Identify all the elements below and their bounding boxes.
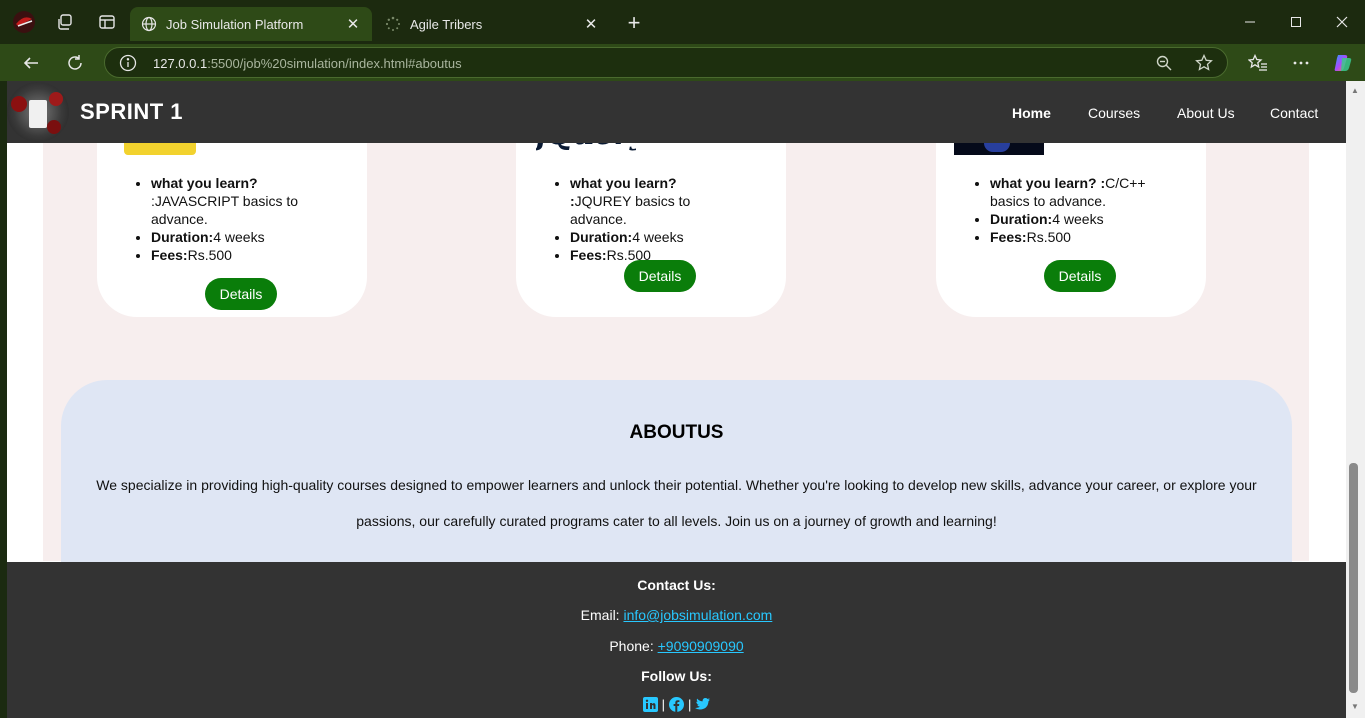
details-button[interactable]: Details [205,278,277,310]
more-options-icon[interactable] [1288,50,1314,76]
phone-line: Phone: +9090909090 [7,638,1346,654]
separator: | [688,697,692,712]
nav-about-us[interactable]: About Us [1177,105,1235,121]
nav-contact[interactable]: Contact [1270,105,1318,121]
url-text[interactable]: 127.0.0.1:5500/job%20simulation/index.ht… [153,56,462,71]
tab-title: Job Simulation Platform [166,16,304,32]
email-line: Email: info@jobsimulation.com [7,607,1346,623]
address-bar[interactable]: 127.0.0.1:5500/job%20simulation/index.ht… [104,47,1228,78]
favorites-icon[interactable] [1245,50,1271,76]
cpp-logo-image [954,143,1044,155]
about-title: ABOUTUS [629,422,724,443]
close-window-icon[interactable] [1327,10,1357,34]
course-learn-item: what you learn? :JAVASCRIPT basics to ad… [151,174,321,228]
details-button[interactable]: Details [1044,260,1116,292]
url-host: 127.0.0.1 [153,56,208,71]
phone-label: Phone: [609,638,658,654]
site-navbar: SPRINT 1 Home Courses About Us Contact [7,81,1346,143]
back-arrow-icon[interactable] [18,50,44,76]
nav-home[interactable]: Home [1012,105,1051,121]
browser-tab-bar: Job Simulation Platform ✕ Agile Tribers … [0,0,1365,44]
course-fees-item: Fees:Rs.500 [151,246,321,264]
site-logo-image[interactable] [7,82,69,142]
course-duration-item: Duration:4 weeks [151,228,321,246]
minimize-icon[interactable] [1235,10,1265,34]
facebook-icon[interactable] [669,697,684,712]
site-info-icon[interactable] [119,54,137,72]
details-button[interactable]: Details [624,260,696,292]
workspaces-icon[interactable] [53,10,77,34]
scroll-up-arrow-icon[interactable]: ▲ [1349,86,1361,96]
course-learn-item: what you learn? :C/C++ basics to advance… [990,174,1160,210]
tab-title: Agile Tribers [410,16,483,32]
contact-heading: Contact Us: [637,577,716,593]
tab-agile-tribers[interactable]: Agile Tribers ✕ [374,7,610,41]
course-duration-item: Duration:4 weeks [990,210,1160,228]
close-tab-icon[interactable]: ✕ [344,15,362,33]
footer: Contact Us: Email: info@jobsimulation.co… [7,562,1346,718]
star-favorite-icon[interactable] [1195,53,1213,72]
new-tab-icon[interactable]: + [622,12,646,36]
phone-link[interactable]: +9090909090 [658,638,744,654]
maximize-icon[interactable] [1281,10,1311,34]
reload-icon[interactable] [62,50,88,76]
nav-courses[interactable]: Courses [1088,105,1140,121]
tab-job-simulation[interactable]: Job Simulation Platform ✕ [130,7,372,41]
javascript-logo-image [124,143,196,155]
tab-actions-icon[interactable] [95,10,119,34]
copilot-icon[interactable] [1330,50,1356,76]
twitter-icon[interactable] [695,697,711,712]
loading-spinner-icon [384,15,402,33]
course-fees-item: Fees:Rs.500 [990,228,1160,246]
social-links: | | [7,697,1346,712]
separator: | [661,697,665,712]
email-label: Email: [580,607,624,623]
url-path: :5500/job%20simulation/index.html#aboutu… [207,56,462,71]
zoom-icon[interactable] [1155,54,1173,72]
scroll-down-arrow-icon[interactable]: ▼ [1349,702,1361,712]
follow-heading: Follow Us: [641,668,712,684]
page-viewport: what you learn? :JAVASCRIPT basics to ad… [7,81,1346,718]
browser-toolbar: 127.0.0.1:5500/job%20simulation/index.ht… [0,44,1365,81]
about-text: We specialize in providing high-quality … [96,477,1257,529]
linkedin-icon[interactable] [642,697,658,712]
course-duration-item: Duration:4 weeks [570,228,740,246]
course-learn-item: what you learn? :JQUREY basics to advanc… [570,174,740,228]
globe-icon [140,15,158,33]
email-link[interactable]: info@jobsimulation.com [623,607,772,623]
profile-avatar-icon[interactable] [12,10,36,34]
close-tab-icon[interactable]: ✕ [582,15,600,33]
scrollbar-thumb[interactable] [1349,463,1358,693]
site-brand[interactable]: SPRINT 1 [80,99,183,125]
